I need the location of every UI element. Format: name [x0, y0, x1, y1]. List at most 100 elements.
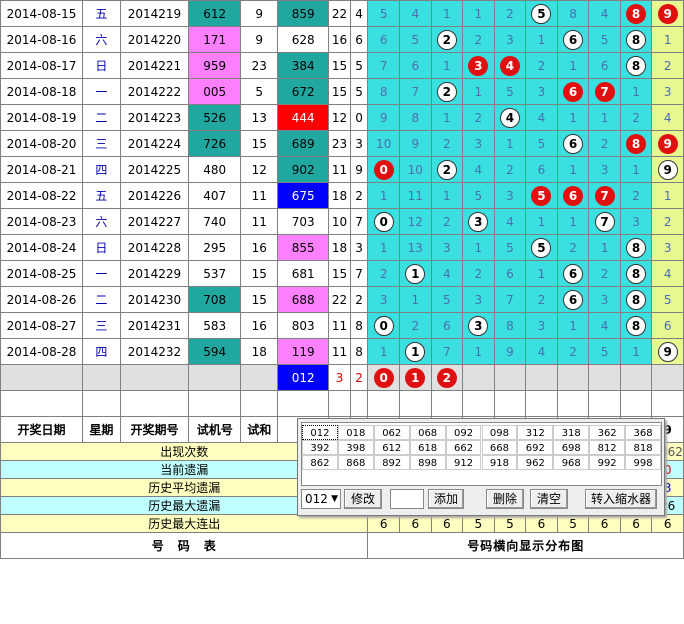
combo-cell[interactable]: 092 [445, 425, 482, 440]
dist-cell: 8 [619, 260, 653, 287]
dist-cell: 6 [556, 130, 590, 157]
clear-button[interactable]: 清空 [530, 489, 568, 509]
dist-cell: 2 [367, 260, 400, 287]
add-button[interactable]: 添加 [428, 489, 464, 509]
combo-cell[interactable]: 892 [373, 455, 410, 470]
combo-cell[interactable]: 368 [625, 425, 661, 440]
combo-cell[interactable]: 698 [553, 440, 590, 455]
empty-cell [525, 390, 558, 417]
empty-cell [328, 390, 351, 417]
stat-value: 6 [430, 514, 464, 533]
number-ball: 2 [436, 81, 457, 102]
dist-cell: 5 [493, 78, 527, 105]
dist-cell: 1 [367, 234, 400, 261]
prize-span: 8 [349, 338, 369, 365]
combo-cell[interactable]: 098 [481, 425, 518, 440]
prize-sum: 11 [328, 156, 351, 183]
combo-cell[interactable]: 612 [373, 440, 410, 455]
empty-cell [119, 364, 190, 391]
dist-cell: 3 [493, 182, 527, 209]
draw-date: 2014-08-26 [0, 286, 84, 313]
prize-span: 9 [349, 156, 369, 183]
combo-cell[interactable]: 312 [517, 425, 554, 440]
draw-weekday: 二 [82, 286, 121, 313]
prize-number: 681 [277, 260, 330, 287]
dist-cell [651, 364, 684, 391]
combo-cell[interactable]: 068 [409, 425, 446, 440]
combo-cell[interactable]: 392 [302, 440, 338, 455]
convert-button[interactable]: 转入缩水器 [585, 489, 657, 509]
number-ball: 9 [657, 159, 678, 180]
table-row: 2014-08-25 一 2014229 537 15 681 15 7 2 1 4 2 6 1 6 2 8 4 [0, 260, 684, 287]
combo-cell[interactable]: 912 [445, 455, 482, 470]
dist-cell: 3 [619, 208, 653, 235]
draw-period: 2014219 [119, 0, 190, 27]
dist-cell: 1 [399, 364, 432, 391]
dist-cell: 0 [367, 156, 400, 183]
draw-date: 2014-08-19 [0, 104, 84, 131]
prize-sum: 15 [328, 260, 351, 287]
dist-cell: 2 [588, 260, 621, 287]
dist-cell: 9 [651, 0, 684, 27]
combo-cell[interactable]: 362 [589, 425, 626, 440]
number-ball: 0 [373, 211, 394, 232]
prize-sum: 18 [328, 182, 351, 209]
delete-button[interactable]: 删除 [486, 489, 524, 509]
dist-cell: 12 [399, 208, 432, 235]
dist-cell: 7 [493, 286, 527, 313]
table-row: 2014-08-19 二 2014223 526 13 444 12 0 9 8 1 2 4 4 1 1 2 4 [0, 104, 684, 131]
draw-weekday: 六 [82, 26, 121, 53]
footer-right: 号码横向显示分布图 [367, 532, 684, 559]
dist-cell: 9 [651, 130, 684, 157]
combo-cell[interactable]: 998 [625, 455, 661, 470]
table-row: 2014-08-26 二 2014230 708 15 688 22 2 3 1 5 3 7 2 6 3 8 5 [0, 286, 684, 313]
combo-cell[interactable]: 318 [553, 425, 590, 440]
combo-cell[interactable]: 862 [302, 455, 338, 470]
dist-cell: 8 [399, 104, 432, 131]
combo-cell[interactable]: 968 [553, 455, 590, 470]
edit-button[interactable]: 修改 [344, 489, 382, 509]
prize-span: 0 [349, 104, 369, 131]
combo-cell[interactable]: 918 [481, 455, 518, 470]
prize-number: 689 [277, 130, 330, 157]
dist-cell: 3 [588, 156, 621, 183]
dist-cell: 6 [588, 52, 621, 79]
header-period: 开奖期号 [119, 416, 190, 443]
dist-cell: 13 [399, 234, 432, 261]
combo-cell[interactable]: 898 [409, 455, 446, 470]
test-sum: 16 [240, 312, 279, 339]
draw-weekday: 三 [82, 130, 121, 157]
dist-cell: 10 [399, 156, 432, 183]
test-sum: 15 [240, 260, 279, 287]
draw-period: 2014221 [119, 52, 190, 79]
dist-cell: 7 [367, 52, 400, 79]
combo-cell[interactable]: 062 [373, 425, 410, 440]
empty-cell [588, 390, 621, 417]
combo-cell[interactable]: 992 [589, 455, 626, 470]
combo-cell[interactable]: 962 [517, 455, 554, 470]
prize-span: 2 [349, 182, 369, 209]
combo-cell[interactable]: 398 [337, 440, 374, 455]
combo-cell[interactable]: 018 [337, 425, 374, 440]
prize-sum: 11 [328, 338, 351, 365]
number-input[interactable] [390, 489, 424, 509]
dist-cell: 4 [399, 0, 432, 27]
draw-weekday: 四 [82, 156, 121, 183]
test-sum: 9 [240, 26, 279, 53]
dist-cell: 5 [525, 130, 558, 157]
combo-cell[interactable]: 662 [445, 440, 482, 455]
combo-cell[interactable]: 812 [589, 440, 626, 455]
combo-grid[interactable]: 012 018 062 068 092 098 312 318 362 368 392 398 612 6… [301, 422, 662, 486]
combo-cell[interactable]: 668 [481, 440, 518, 455]
combo-cell[interactable]: 012 [302, 425, 338, 440]
prize-number: 855 [277, 234, 330, 261]
combo-cell[interactable]: 818 [625, 440, 661, 455]
combo-cell[interactable]: 618 [409, 440, 446, 455]
dist-cell: 6 [556, 286, 590, 313]
dist-cell: 1 [556, 52, 590, 79]
combo-cell[interactable]: 692 [517, 440, 554, 455]
dist-cell: 2 [430, 364, 464, 391]
combo-cell[interactable]: 868 [337, 455, 374, 470]
combo-select[interactable]: 012 ▼ [301, 489, 341, 509]
dist-cell: 8 [367, 78, 400, 105]
